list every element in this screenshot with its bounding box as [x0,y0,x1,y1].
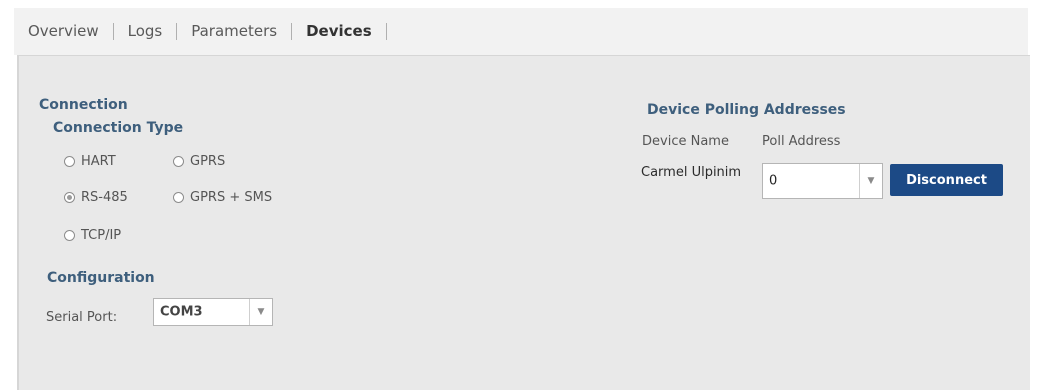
poll-address-value: 0 [769,173,778,189]
radio-rs485[interactable]: RS-485 [64,190,128,205]
tab-logs[interactable]: Logs [114,8,177,55]
radio-circle-selected [64,192,75,203]
radio-circle [173,192,184,203]
radio-hart-label: HART [81,154,116,169]
device-name-value: Carmel Ulpinim [641,165,742,180]
tab-bar: Overview Logs Parameters Devices [14,8,1028,55]
radio-circle [64,156,75,167]
serial-port-value: COM3 [160,304,203,320]
chevron-down-icon[interactable]: ▼ [249,299,272,325]
polling-title: Device Polling Addresses [647,102,846,118]
connection-title: Connection [39,97,128,113]
poll-address-select[interactable]: 0 ▼ [762,163,883,199]
serial-port-label: Serial Port: [46,310,118,325]
radio-gprs-label: GPRS [190,154,226,169]
radio-circle [64,230,75,241]
devices-panel: Connection Connection Type HART GPRS RS-… [17,55,1030,390]
tab-devices[interactable]: Devices [292,8,386,55]
serial-port-select[interactable]: COM3 ▼ [153,298,273,326]
radio-gprs[interactable]: GPRS [173,154,225,169]
chevron-down-icon[interactable]: ▼ [859,164,882,198]
radio-tcpip-label: TCP/IP [81,228,122,243]
configuration-title: Configuration [47,270,155,286]
radio-gprs-sms-label: GPRS + SMS [190,190,273,205]
radio-tcpip[interactable]: TCP/IP [64,228,121,243]
radio-rs485-label: RS-485 [81,190,128,205]
disconnect-button[interactable]: Disconnect [890,164,1003,196]
radio-circle [173,156,184,167]
connection-type-title: Connection Type [53,120,184,136]
radio-gprs-sms[interactable]: GPRS + SMS [173,190,272,205]
tab-overview[interactable]: Overview [14,8,113,55]
poll-address-column-header: Poll Address [762,134,841,149]
device-name-column-header: Device Name [642,134,729,149]
radio-hart[interactable]: HART [64,154,116,169]
tab-divider [385,23,387,40]
tab-parameters[interactable]: Parameters [177,8,291,55]
